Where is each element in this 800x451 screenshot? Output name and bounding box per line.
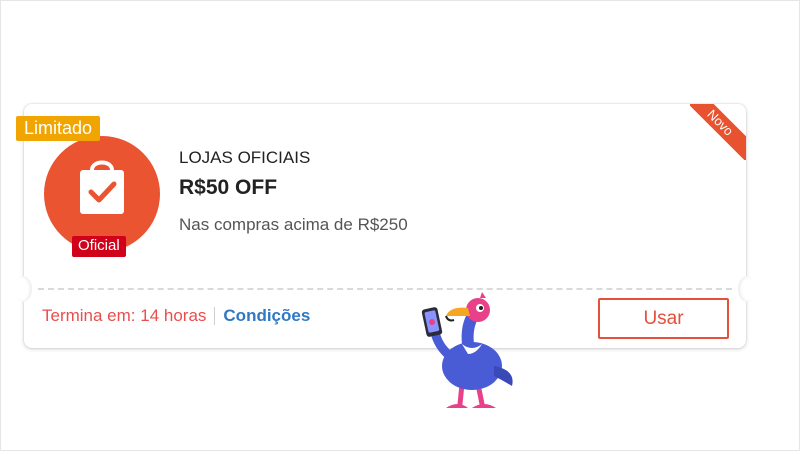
- new-ribbon: Novo: [690, 104, 746, 160]
- conditions-link[interactable]: Condições: [223, 306, 310, 326]
- new-ribbon-label: Novo: [690, 104, 746, 160]
- store-name: LOJAS OFICIAIS: [179, 148, 311, 167]
- official-badge: Oficial: [72, 236, 126, 257]
- limited-badge: Limitado: [16, 116, 101, 141]
- ticket-notch-right: [738, 276, 756, 302]
- voucher-footer: Termina em: 14 horas Condições: [42, 306, 310, 326]
- shopping-bag-check-icon: [80, 160, 124, 214]
- discount-amount: R$50 OFF: [179, 176, 278, 199]
- dashed-divider: [38, 288, 732, 290]
- voucher-card[interactable]: Novo Limitado Oficial LOJAS OFICIAIS R$5…: [14, 104, 756, 348]
- minimum-spend: Nas compras acima de R$250: [179, 215, 408, 234]
- expiry-text: Termina em: 14 horas: [42, 306, 207, 325]
- use-voucher-button[interactable]: Usar: [598, 298, 729, 339]
- flamingo-mascot: [421, 292, 513, 408]
- footer-separator: [214, 307, 216, 325]
- store-logo: [44, 136, 160, 252]
- ticket-notch-left: [14, 276, 32, 302]
